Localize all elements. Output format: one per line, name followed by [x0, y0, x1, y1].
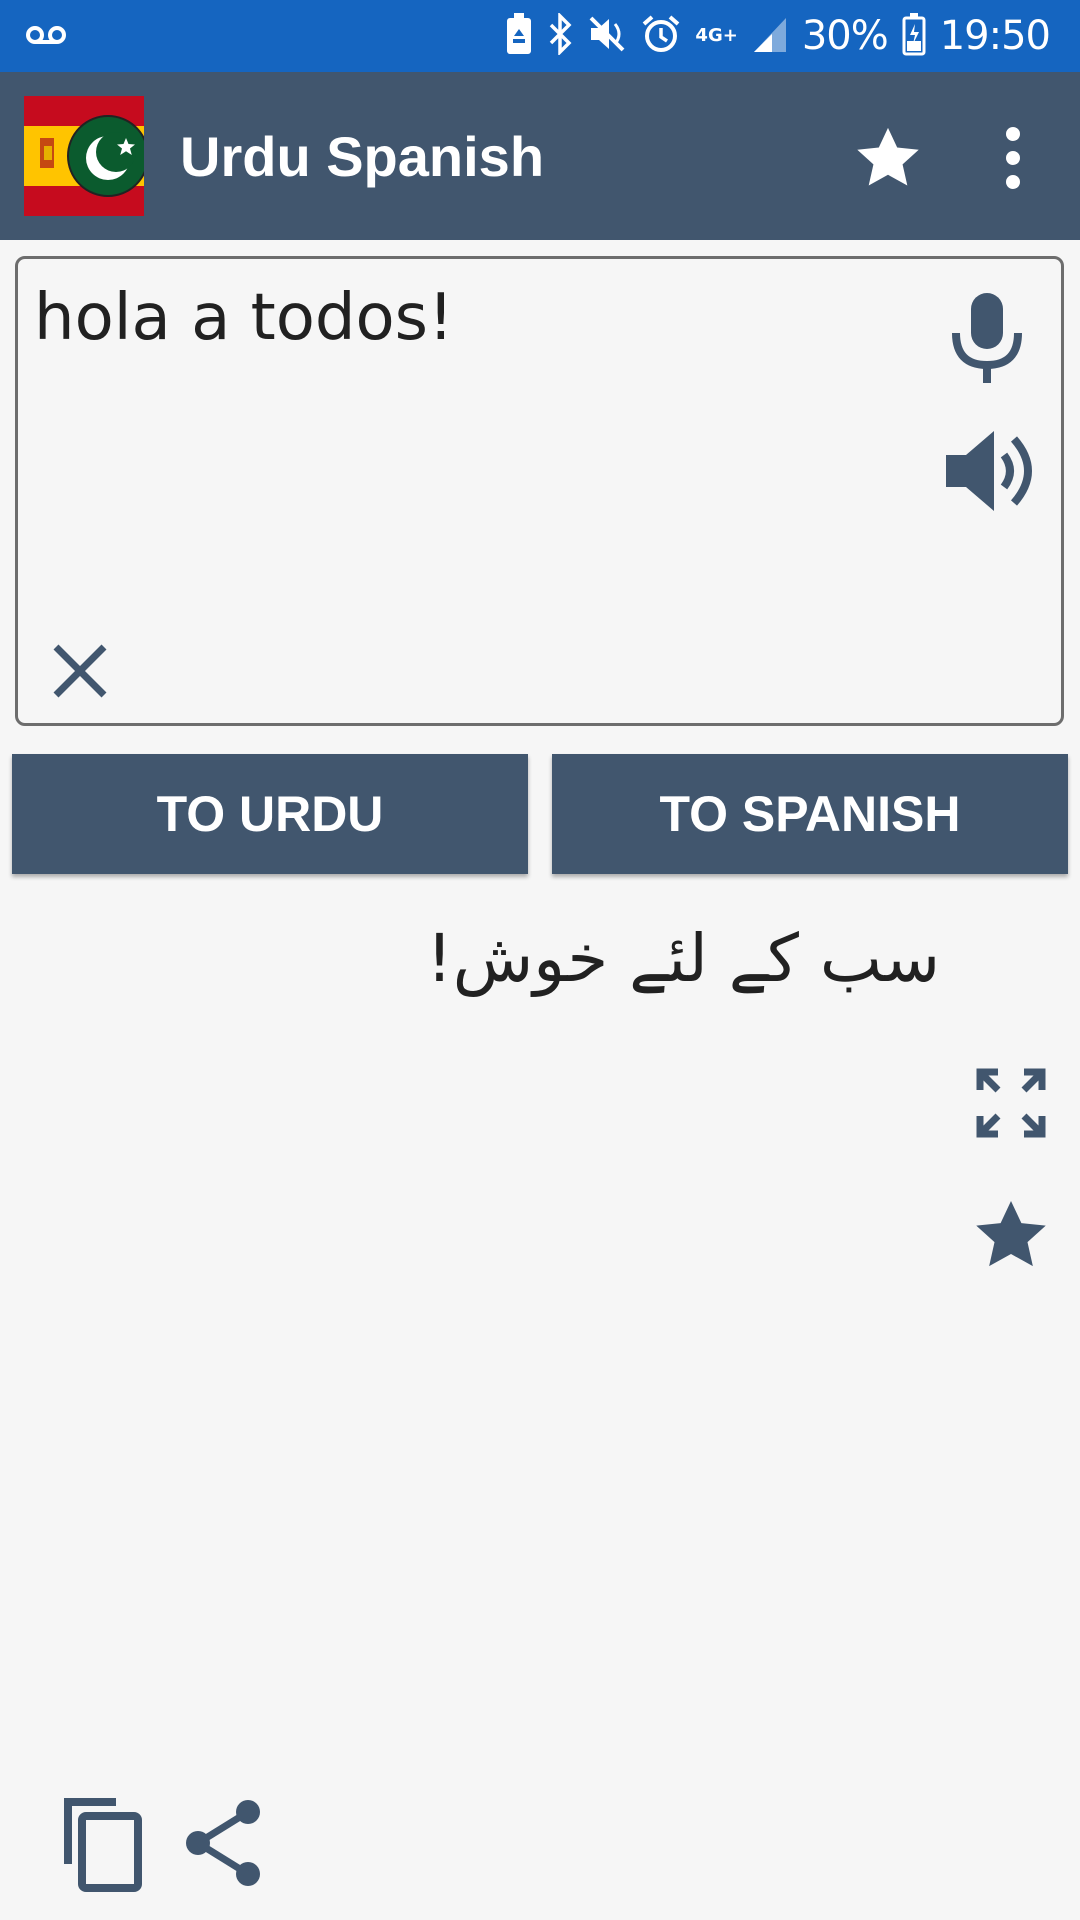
alarm-icon — [641, 14, 681, 59]
to-spanish-button[interactable]: TO SPANISH — [552, 754, 1068, 874]
clock: 19:50 — [939, 13, 1051, 59]
battery-saver-icon — [505, 12, 533, 61]
input-text[interactable]: hola a todos! — [34, 281, 454, 355]
more-vert-icon[interactable] — [980, 120, 1046, 196]
input-text-area[interactable]: hola a todos! — [15, 256, 1064, 726]
clear-icon[interactable] — [46, 637, 114, 705]
app-bar: Urdu Spanish — [0, 72, 1080, 240]
mic-icon[interactable] — [938, 289, 1036, 389]
signal-icon — [752, 14, 788, 59]
mute-icon — [587, 14, 627, 59]
voicemail-icon — [26, 20, 66, 55]
battery-icon — [902, 12, 926, 61]
expand-icon[interactable] — [972, 1064, 1050, 1142]
speaker-icon[interactable] — [938, 425, 1038, 517]
favorite-star-icon[interactable] — [968, 1192, 1054, 1278]
copy-icon[interactable] — [58, 1796, 146, 1892]
battery-percent: 30% — [801, 13, 889, 59]
bluetooth-icon — [547, 11, 573, 60]
star-icon[interactable] — [850, 120, 926, 196]
flag-icon — [24, 96, 149, 216]
share-icon[interactable] — [184, 1798, 264, 1888]
network-type-label: 4G+ — [695, 25, 738, 46]
app-title: Urdu Spanish — [180, 125, 545, 188]
status-bar: 4G+ 30% 19:50 — [0, 0, 1080, 72]
translation-output: سب کے لئے خوش! — [426, 920, 940, 997]
to-urdu-button[interactable]: TO URDU — [12, 754, 528, 874]
